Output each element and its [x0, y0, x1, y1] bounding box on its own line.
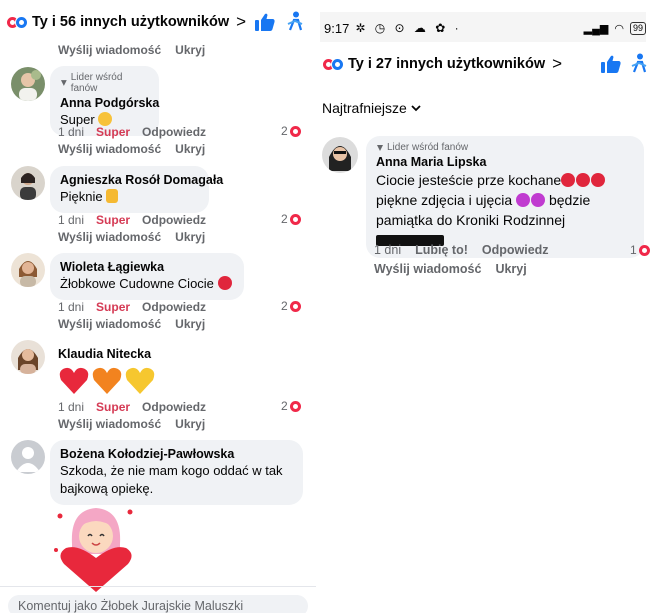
like-reaction-icon: [15, 15, 28, 29]
love-reaction-icon: [638, 244, 650, 256]
reaction-count[interactable]: 2: [281, 299, 301, 313]
red-heart-emoji-icon: [217, 276, 232, 290]
comment-meta: 1 dni Lubię to! Odpowiedz: [374, 243, 549, 257]
wifi-icon: ◠: [614, 22, 624, 35]
commenter-name[interactable]: Anna Podgórska: [60, 95, 159, 111]
thumbs-up-icon[interactable]: [600, 54, 622, 74]
reactions-summary[interactable]: Ty i 56 innych użytkowników: [32, 14, 229, 30]
comment-bubble: Wioleta Łągiewka Żłobkowe Cudowne Ciocie: [50, 253, 244, 300]
avatar[interactable]: [11, 166, 45, 200]
chevron-down-icon[interactable]: [411, 104, 421, 112]
thumbs-up-icon[interactable]: [254, 12, 276, 32]
reaction-count[interactable]: 2: [281, 399, 301, 413]
love-reaction-icon: [289, 400, 301, 412]
comment-bubble: Bożena Kołodziej-Pawłowska Szkoda, że ni…: [50, 440, 303, 505]
comment-text: Pięknie: [60, 188, 199, 206]
comment-actions: Wyślij wiadomość Ukryj: [58, 230, 206, 244]
hide-link[interactable]: Ukryj: [175, 43, 205, 57]
comment-text: Ciocie jesteście prze kochane piękne zdj…: [376, 170, 634, 250]
red-heart-emoji-icon: [591, 173, 606, 187]
comment-actions: Wyślij wiadomość Ukryj: [58, 317, 206, 331]
red-heart-emoji-icon: [576, 173, 591, 187]
comment-text: Żłobkowe Cudowne Ciocie: [60, 275, 234, 293]
right-screenshot-panel: 9:17 ✲ ◷ ⊙ ☁ ✿ · ▂▄▆ ◠ 99 Ty i 27 innych…: [316, 0, 654, 613]
commenter-name[interactable]: Agnieszka Rosół Domagała: [60, 172, 223, 188]
status-indicators: ▂▄▆ ◠ 99: [583, 21, 646, 35]
love-reaction-icon: [289, 125, 301, 137]
status-bar: 9:17 ✲ ◷ ⊙ ☁ ✿ · ▂▄▆ ◠ 99: [316, 14, 654, 42]
girl-heart-sticker-icon: [54, 508, 133, 592]
star-struck-emoji-icon: [531, 193, 546, 207]
avatar[interactable]: [11, 253, 45, 287]
commenter-name[interactable]: Wioleta Łągiewka: [60, 259, 234, 275]
comment-meta: 1 dni Super Odpowiedz: [58, 300, 207, 314]
love-reaction-icon: [289, 213, 301, 225]
avatar[interactable]: [11, 340, 45, 374]
share-figure-icon[interactable]: [286, 11, 304, 31]
notification-icons: ✲ ◷ ⊙ ☁ ✿ ·: [355, 21, 462, 35]
chevron-right-icon[interactable]: >: [552, 54, 562, 74]
reaction-count[interactable]: 2: [281, 212, 301, 226]
commenter-name[interactable]: Bożena Kołodziej-Pawłowska: [60, 446, 293, 462]
top-comment-actions: Wyślij wiadomość Ukryj: [58, 43, 219, 57]
fan-badge: Lider wśród fanów: [376, 142, 634, 153]
reaction-icons: [6, 15, 28, 29]
shield-badge-icon: [60, 80, 67, 86]
comment-input[interactable]: Komentuj jako Żłobek Jurajskie Maluszki: [8, 595, 308, 613]
reaction-count[interactable]: 1: [630, 243, 650, 257]
commenter-name[interactable]: Anna Maria Lipska: [376, 154, 634, 170]
comment-actions: Wyślij wiadomość Ukryj: [374, 262, 527, 276]
signal-icon: ▂▄▆: [583, 22, 609, 35]
hearts-emoji-icon: [59, 367, 155, 394]
comment-actions: Wyślij wiadomość Ukryj: [58, 417, 206, 431]
send-message-link[interactable]: Wyślij wiadomość: [58, 43, 161, 57]
avatar[interactable]: [322, 137, 358, 173]
chevron-right-icon[interactable]: >: [236, 12, 246, 32]
comment-meta: 1 dni Super Odpowiedz: [58, 213, 207, 227]
reaction-count[interactable]: 2: [281, 124, 301, 138]
thumbs-up-emoji-icon: [106, 189, 119, 203]
reaction-icons: [322, 57, 344, 71]
share-figure-icon[interactable]: [630, 53, 648, 73]
reactions-summary[interactable]: Ty i 27 innych użytkowników: [348, 56, 545, 72]
comment-meta: 1 dni Super Odpowiedz: [58, 400, 207, 414]
comment-actions: Wyślij wiadomość Ukryj: [58, 142, 206, 156]
like-reaction-icon: [331, 57, 344, 71]
avatar[interactable]: [11, 440, 45, 474]
left-screenshot-panel: Ty i 56 innych użytkowników > Wyślij wia…: [0, 0, 316, 613]
avatar[interactable]: [11, 67, 45, 101]
comment-bubble: Agnieszka Rosół Domagała Pięknie: [50, 166, 223, 213]
comment-text: Szkoda, że nie mam kogo oddać w tak bajk…: [60, 463, 283, 496]
star-struck-emoji-icon: [516, 193, 531, 207]
status-time: 9:17: [324, 20, 350, 36]
fan-badge: Lider wśród fanów: [60, 72, 149, 94]
shield-badge-icon: [377, 144, 383, 151]
sort-dropdown[interactable]: Najtrafniejsze: [322, 100, 421, 116]
red-heart-emoji-icon: [561, 173, 576, 187]
love-reaction-icon: [289, 300, 301, 312]
comment-bubble: Lider wśród fanów Anna Maria Lipska Cioc…: [366, 136, 644, 258]
battery-icon: 99: [629, 21, 646, 35]
divider: [0, 586, 316, 587]
commenter-name[interactable]: Klaudia Nitecka: [58, 346, 151, 362]
comment-meta: 1 dni Super Odpowiedz: [58, 125, 207, 139]
